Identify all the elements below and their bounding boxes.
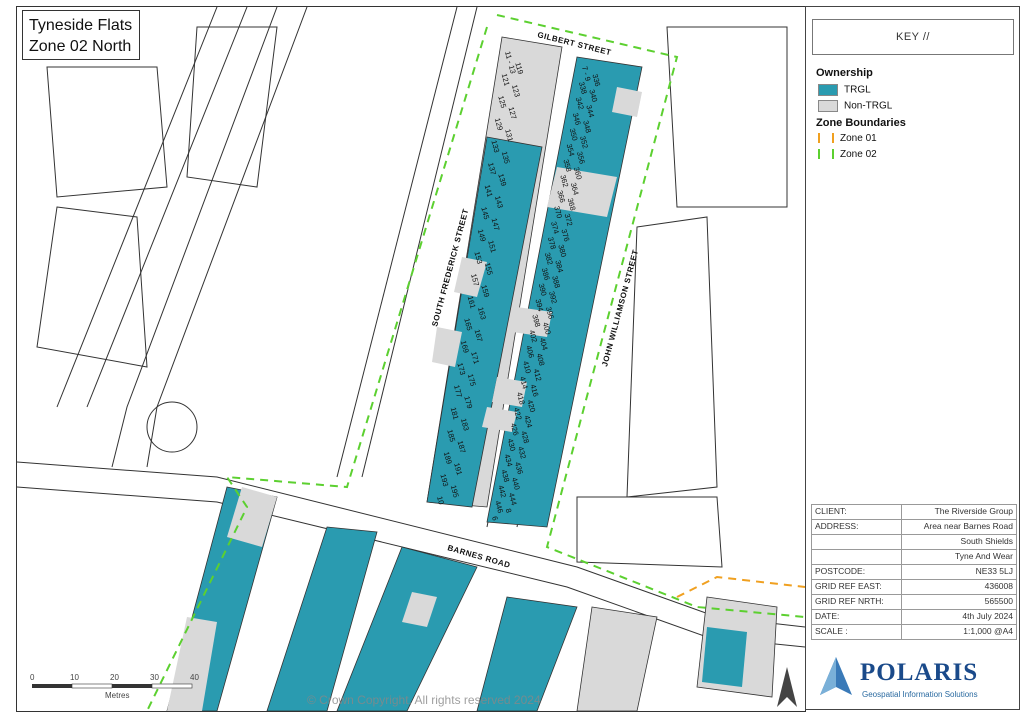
info-label: ADDRESS: bbox=[810, 519, 903, 535]
copyright-notice: © Crown Copyright. All rights reserved 2… bbox=[307, 693, 541, 707]
map-canvas[interactable]: GILBERT STREET SOUTH FREDERICK STREET JO… bbox=[16, 6, 806, 712]
info-row: POSTCODE: NE33 5LJ bbox=[810, 564, 1017, 580]
info-value: 4th July 2024 bbox=[901, 609, 1017, 625]
info-value: Area near Barnes Road bbox=[901, 519, 1017, 535]
info-label: GRID REF EAST: bbox=[810, 579, 903, 595]
info-label bbox=[810, 534, 903, 550]
block bbox=[666, 26, 788, 208]
info-label: POSTCODE: bbox=[810, 564, 903, 580]
roundabout bbox=[146, 401, 198, 453]
scale-bar bbox=[32, 683, 193, 689]
north-arrow-icon bbox=[777, 667, 797, 707]
ownership-heading: Ownership bbox=[816, 67, 873, 79]
zones-heading: Zone Boundaries bbox=[816, 117, 906, 129]
info-row: South Shields bbox=[810, 534, 1017, 550]
map-title-box: Tyneside Flats Zone 02 North bbox=[22, 10, 140, 60]
info-row: ADDRESS: Area near Barnes Road bbox=[810, 519, 1017, 535]
trgl-swatch bbox=[818, 84, 838, 96]
info-row: Tyne And Wear bbox=[810, 549, 1017, 565]
scale-tick-label: 10 bbox=[70, 673, 79, 682]
map-drawing: GILBERT STREET SOUTH FREDERICK STREET JO… bbox=[17, 7, 805, 711]
block bbox=[36, 206, 148, 368]
block bbox=[626, 216, 718, 498]
polaris-globe-icon bbox=[820, 657, 852, 695]
scale-tick-label: 0 bbox=[30, 673, 35, 682]
block bbox=[576, 496, 723, 568]
zone02-label: Zone 02 bbox=[840, 149, 877, 160]
legend-trgl: TRGL bbox=[818, 84, 871, 96]
scale-tick-label: 30 bbox=[150, 673, 159, 682]
map-title-line2: Zone 02 North bbox=[29, 38, 132, 55]
info-row: GRID REF NRTH: 565500 bbox=[810, 594, 1017, 610]
zone01-swatch bbox=[818, 133, 834, 144]
zone02-swatch bbox=[818, 149, 834, 160]
trgl-label: TRGL bbox=[844, 84, 871, 96]
info-label: DATE: bbox=[810, 609, 903, 625]
non-trgl-label: Non-TRGL bbox=[844, 100, 893, 112]
info-row: SCALE :1:1,000 @A4 bbox=[810, 624, 1017, 640]
polaris-name: POLARIS bbox=[860, 659, 979, 686]
info-row: CLIENT: The Riverside Group bbox=[810, 504, 1017, 520]
non-trgl-swatch bbox=[818, 100, 838, 112]
info-value: 436008 bbox=[901, 579, 1017, 595]
key-header: KEY // bbox=[812, 19, 1014, 55]
road-edge bbox=[336, 7, 458, 478]
info-value: 1:1,000 @A4 bbox=[901, 624, 1017, 640]
legend-non-trgl: Non-TRGL bbox=[818, 100, 892, 112]
scale-unit-label: Metres bbox=[105, 691, 130, 700]
legend-zone01: Zone 01 bbox=[818, 133, 877, 145]
info-value: Tyne And Wear bbox=[901, 549, 1017, 565]
key-panel: KEY // Ownership TRGL Non-TRGL Zone Boun… bbox=[805, 6, 1020, 710]
polaris-subtitle: Geospatial Information Solutions bbox=[862, 690, 978, 699]
scale-tick-label: 20 bbox=[110, 673, 119, 682]
info-label: GRID REF NRTH: bbox=[810, 594, 903, 610]
south-terraces bbox=[166, 486, 778, 711]
road-edge bbox=[111, 7, 278, 468]
polaris-logo: POLARIS Geospatial Information Solutions bbox=[814, 653, 1014, 707]
info-value: NE33 5LJ bbox=[901, 564, 1017, 580]
scale-tick-label: 40 bbox=[190, 673, 199, 682]
info-row: DATE: 4th July 2024 bbox=[810, 609, 1017, 625]
info-row: GRID REF EAST: 436008 bbox=[810, 579, 1017, 595]
info-table: CLIENT: The Riverside Group ADDRESS: Area n… bbox=[810, 504, 1017, 640]
zone01-label: Zone 01 bbox=[840, 133, 877, 144]
block bbox=[186, 26, 278, 188]
map-title-line1: Tyneside Flats bbox=[29, 17, 133, 34]
zone01-boundary bbox=[676, 575, 805, 598]
legend-zone02: Zone 02 bbox=[818, 149, 877, 161]
road-edge bbox=[146, 7, 308, 468]
info-label bbox=[810, 549, 903, 565]
info-value: South Shields bbox=[901, 534, 1017, 550]
info-label: CLIENT: bbox=[810, 504, 903, 520]
info-value: 565500 bbox=[901, 594, 1017, 610]
info-value: The Riverside Group bbox=[901, 504, 1017, 520]
info-label: SCALE : bbox=[810, 624, 903, 640]
